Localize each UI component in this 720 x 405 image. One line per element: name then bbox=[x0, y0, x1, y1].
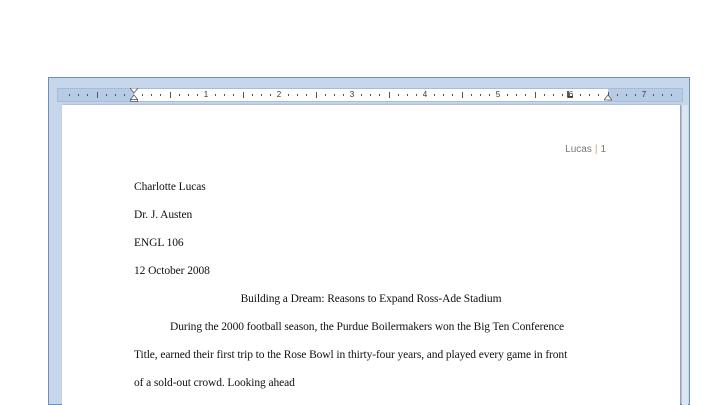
ruler-tick bbox=[443, 94, 445, 96]
header-separator: | bbox=[594, 144, 598, 155]
header-author-name: Lucas bbox=[565, 144, 592, 155]
ruler-tick bbox=[388, 92, 390, 98]
ruler-tick bbox=[370, 94, 372, 96]
ruler-tick bbox=[260, 94, 262, 96]
ruler-tick bbox=[215, 94, 217, 96]
ruler-tick bbox=[123, 94, 125, 96]
ruler-tick bbox=[488, 94, 490, 96]
ruler-number-4: 4 bbox=[422, 90, 428, 99]
page-header: Lucas | 1 bbox=[565, 144, 606, 155]
ruler-tick bbox=[516, 94, 518, 96]
ruler-tick bbox=[662, 94, 664, 96]
ruler-tick bbox=[251, 94, 253, 96]
ruler-tick bbox=[242, 92, 244, 98]
ruler-tick bbox=[160, 94, 162, 96]
ruler-tick bbox=[69, 94, 71, 96]
ruler-tick bbox=[589, 94, 591, 96]
ruler-tick bbox=[105, 94, 107, 96]
ruler-tick bbox=[543, 94, 545, 96]
doc-line-title[interactable]: Building a Dream: Reasons to Expand Ross… bbox=[62, 293, 680, 305]
doc-line-body-2[interactable]: Title, earned their first trip to the Ro… bbox=[134, 349, 567, 361]
ruler-tick bbox=[297, 94, 299, 96]
ruler-tick bbox=[616, 94, 618, 96]
ruler-tick bbox=[507, 94, 509, 96]
ruler-tick bbox=[397, 94, 399, 96]
doc-line-body-1[interactable]: During the 2000 football season, the Pur… bbox=[170, 321, 564, 333]
tab-stop-left-icon[interactable] bbox=[566, 91, 574, 99]
ruler-tick bbox=[534, 92, 536, 98]
ruler-number-7: 7 bbox=[641, 90, 647, 99]
ruler-tick bbox=[452, 94, 454, 96]
ruler-tick bbox=[78, 94, 80, 96]
doc-line-course[interactable]: ENGL 106 bbox=[134, 237, 184, 249]
ruler-tick bbox=[552, 94, 554, 96]
ruler-tick bbox=[233, 94, 235, 96]
ruler-tick bbox=[406, 94, 408, 96]
ruler-tick bbox=[342, 94, 344, 96]
ruler-tick bbox=[671, 94, 673, 96]
ruler-tick bbox=[434, 94, 436, 96]
ruler-tick bbox=[525, 94, 527, 96]
ruler-tick bbox=[178, 94, 180, 96]
ruler-tick bbox=[470, 94, 472, 96]
horizontal-ruler[interactable]: 1 2 3 4 5 6 7 bbox=[57, 88, 683, 102]
doc-line-date[interactable]: 12 October 2008 bbox=[134, 265, 210, 277]
ruler-tick bbox=[361, 94, 363, 96]
ruler-tick bbox=[379, 94, 381, 96]
ruler-tick bbox=[634, 94, 636, 96]
vertical-scroll-edge bbox=[682, 105, 688, 405]
ruler-tick bbox=[561, 94, 563, 96]
ruler-tick bbox=[625, 94, 627, 96]
ruler-tick bbox=[151, 94, 153, 96]
ruler-tick bbox=[114, 94, 116, 96]
ruler-tick bbox=[224, 94, 226, 96]
ruler-tick bbox=[96, 92, 98, 98]
header-page-number: 1 bbox=[600, 144, 606, 155]
ruler-tick bbox=[415, 94, 417, 96]
ruler-tick bbox=[269, 94, 271, 96]
doc-line-student-name[interactable]: Charlotte Lucas bbox=[134, 181, 206, 193]
ruler-tick bbox=[87, 94, 89, 96]
ruler-tick bbox=[169, 92, 171, 98]
document-page[interactable]: Lucas | 1 Charlotte Lucas Dr. J. Austen EN… bbox=[62, 105, 680, 405]
ruler-tick bbox=[598, 94, 600, 96]
ruler-tick bbox=[142, 94, 144, 96]
ruler-tick bbox=[324, 94, 326, 96]
ruler-tick bbox=[288, 94, 290, 96]
ruler-tick bbox=[306, 94, 308, 96]
doc-line-body-3[interactable]: of a sold-out crowd. Looking ahead bbox=[134, 377, 295, 389]
ruler-tick bbox=[315, 92, 317, 98]
ruler-tick bbox=[653, 94, 655, 96]
ruler-tick bbox=[580, 94, 582, 96]
first-line-indent-marker-icon[interactable] bbox=[130, 88, 138, 102]
doc-line-instructor[interactable]: Dr. J. Austen bbox=[134, 209, 192, 221]
ruler-tick bbox=[196, 94, 198, 96]
ruler-number-3: 3 bbox=[349, 90, 355, 99]
ruler-tick bbox=[187, 94, 189, 96]
ruler-tick bbox=[479, 94, 481, 96]
right-indent-marker-icon[interactable] bbox=[604, 88, 612, 102]
ruler-tick bbox=[461, 92, 463, 98]
ruler-tick bbox=[333, 94, 335, 96]
ruler-number-2: 2 bbox=[276, 90, 282, 99]
ruler-number-5: 5 bbox=[495, 90, 501, 99]
ruler-number-1: 1 bbox=[203, 90, 209, 99]
